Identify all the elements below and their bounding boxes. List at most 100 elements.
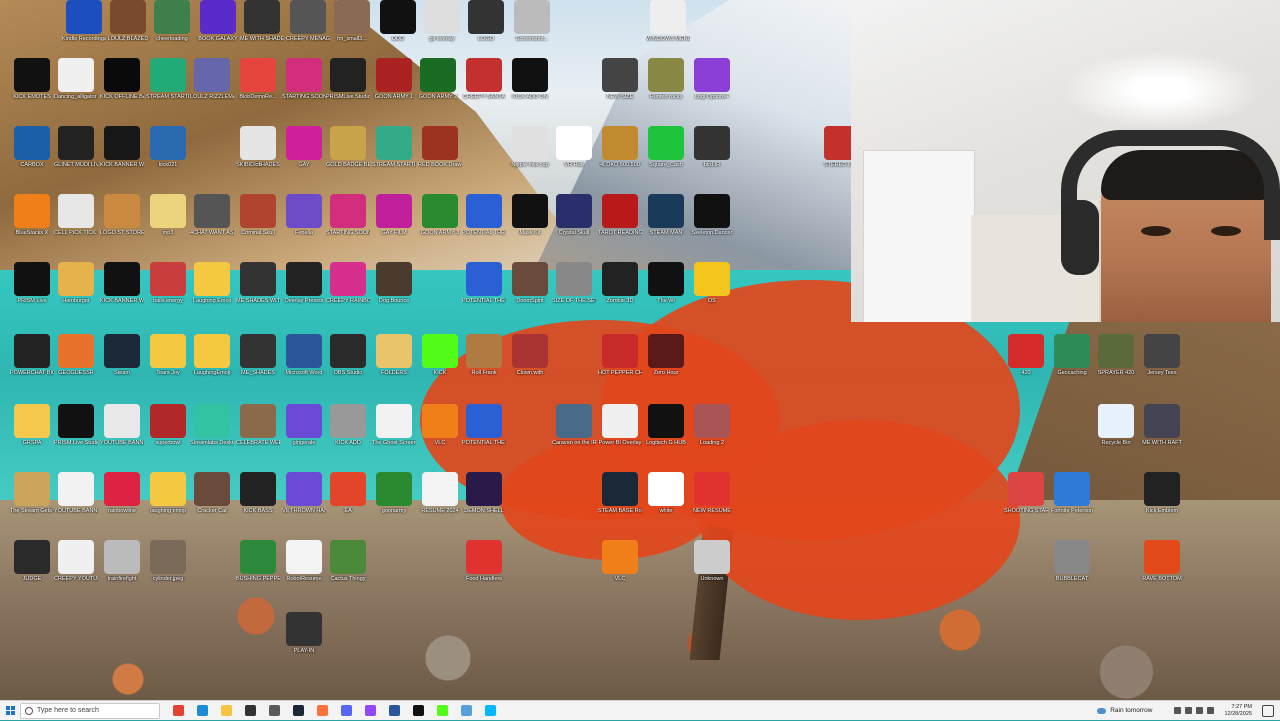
desktop-icon[interactable]: The Wi [644, 262, 688, 305]
volume-icon[interactable] [1196, 707, 1204, 714]
desktop-icon[interactable]: BUSHING PEPPER [236, 540, 280, 583]
desktop-icon[interactable]: DDD [376, 0, 420, 43]
taskbar-app-word[interactable] [385, 703, 403, 719]
desktop-icon[interactable]: NEW SIZE [598, 58, 642, 101]
desktop-icon[interactable]: GOON ARMY 1 [372, 58, 416, 101]
desktop-icon[interactable]: laughing emoji [146, 472, 190, 515]
desktop-icon[interactable]: GEOGUESSR [54, 334, 98, 377]
desktop-icon[interactable]: kick021 [146, 126, 190, 169]
desktop-icon[interactable]: KICK EMOTES [10, 58, 54, 101]
desktop-icon[interactable]: cheerleading [150, 0, 194, 43]
desktop-icon[interactable]: Fortnite Peterson [1050, 472, 1094, 515]
desktop-icon[interactable]: BOOK GALAXY [196, 0, 240, 43]
desktop-icon[interactable]: LOGO [464, 0, 508, 43]
desktop-icon[interactable]: Overlay Presets [282, 262, 326, 305]
taskbar-app-twitch[interactable] [361, 703, 379, 719]
desktop-icon[interactable]: STEAM BASE Rogue [598, 472, 642, 515]
desktop-icon[interactable]: LOGO ST STORE [100, 194, 144, 237]
desktop-icon[interactable]: cylinder.jpeg [146, 540, 190, 583]
desktop-icon[interactable]: CREEPY SANTA [462, 58, 506, 101]
desktop-icon[interactable]: KICK BASS [236, 472, 280, 515]
desktop-icon[interactable]: GOON ARMY 2 [416, 58, 460, 101]
desktop-icon[interactable]: Unknown [690, 540, 734, 583]
desktop-icon[interactable]: rainbowline [100, 472, 144, 515]
taskbar-app-task-view[interactable] [265, 703, 283, 719]
desktop-icon[interactable]: STREAM STARTING [372, 126, 416, 169]
desktop-icon[interactable]: Hamburger [54, 262, 98, 305]
taskbar-app-prism[interactable] [409, 703, 427, 719]
desktop-icon[interactable]: RESUME 2024 [418, 472, 462, 515]
desktop-icon[interactable]: RobotResume [282, 540, 326, 583]
desktop-icon[interactable]: SPRAYER 420 [1094, 334, 1138, 377]
desktop-icon[interactable]: KICK BANNER WITH FLAMES [100, 126, 144, 169]
desktop-icon[interactable]: Nipple milk cup [508, 126, 552, 169]
desktop-icon[interactable]: RAVE BOTTOM [1140, 540, 1184, 583]
desktop-icon[interactable]: CELEBRATE WEEKEND [236, 404, 280, 447]
desktop-icon[interactable]: Jersey Tees [1140, 334, 1184, 377]
desktop-icon[interactable]: superbowl [146, 404, 190, 447]
desktop-icon[interactable]: PRISM Live Studio [54, 404, 98, 447]
desktop-icon[interactable]: Cactus Thingy [326, 540, 370, 583]
desktop-icon[interactable]: bird.IR [690, 126, 734, 169]
taskbar-app-file-explorer[interactable] [217, 703, 235, 719]
desktop-icon[interactable]: Skeleton Dancer [690, 194, 734, 237]
desktop-icon[interactable]: GAY FILM [372, 194, 416, 237]
desktop-icon[interactable]: VR Hub [552, 126, 596, 169]
taskbar-clock[interactable]: 7:27 PM 12/28/2025 [1224, 704, 1252, 718]
desktop-icon[interactable]: HOT PEPPER CHALLENGE [598, 334, 642, 377]
desktop-icon[interactable]: Fenella [282, 194, 326, 237]
desktop-icon[interactable]: gif overlay [420, 0, 464, 43]
taskbar-app-chrome[interactable] [169, 703, 187, 719]
desktop-icon[interactable]: RED BOOK Drawer [418, 126, 462, 169]
desktop-icon[interactable]: GOON ARMY 3 [418, 194, 462, 237]
desktop-icon[interactable]: GOLD BADGE BEAUTY [326, 126, 370, 169]
taskbar-app-logitech[interactable] [481, 703, 499, 719]
desktop-icon[interactable]: fm_small3... [330, 0, 374, 43]
taskbar-app-firefox[interactable] [313, 703, 331, 719]
desktop-icon[interactable]: Laughing Emoji [190, 262, 234, 305]
desktop-icon[interactable]: balls.energy [146, 262, 190, 305]
desktop-icon[interactable]: Kindle Recordings [62, 0, 106, 43]
desktop-icon[interactable]: Loading 2 [690, 404, 734, 447]
desktop-icon[interactable]: Criminal Skull [236, 194, 280, 237]
desktop-icon[interactable]: KICK OFFLINE BANNER [100, 58, 144, 101]
network-icon[interactable] [1185, 707, 1193, 714]
desktop-icon[interactable]: STREAM STARTING [146, 58, 190, 101]
desktop-icon[interactable]: POTENTIAL THE ONE [462, 194, 506, 237]
desktop-icon[interactable]: SHOOTING STAR [1004, 472, 1048, 515]
desktop-icon[interactable]: mp3 [146, 194, 190, 237]
desktop-icon[interactable]: DS [690, 262, 734, 305]
desktop-icon[interactable]: Logi Options+ [690, 58, 734, 101]
desktop-icon[interactable]: ME_SHADES [236, 334, 280, 377]
desktop-icon[interactable]: FOLDERS [372, 334, 416, 377]
desktop-icon[interactable]: goonarmy [372, 472, 416, 515]
desktop-icon[interactable]: GLINET MUDI LIVE [54, 126, 98, 169]
desktop-icon[interactable]: BUBBLECAT [1050, 540, 1094, 583]
desktop-icon[interactable]: STARTING SOON [282, 58, 326, 101]
desktop-icon[interactable]: PRISMLive Studio [326, 58, 370, 101]
desktop-icon[interactable]: LaughingEmoji [190, 334, 234, 377]
desktop-icon[interactable]: Crystal Skull [552, 194, 596, 237]
battery-icon[interactable] [1207, 707, 1215, 714]
desktop-icon[interactable]: NEW RESUME [690, 472, 734, 515]
taskbar-app-steam[interactable] [289, 703, 307, 719]
desktop-icon[interactable]: LOULZ BLAZED [106, 0, 150, 43]
taskbar-search[interactable]: Type here to search [20, 702, 160, 719]
desktop-icon[interactable]: white [644, 472, 688, 515]
desktop-icon[interactable]: Cracker Cat [190, 472, 234, 515]
desktop-icon[interactable]: Microsoft Word [282, 334, 326, 377]
chevron-up-icon[interactable] [1174, 707, 1182, 714]
desktop-icon[interactable]: STEAM MAN [644, 194, 688, 237]
desktop-icon[interactable]: Caravan on the IR [552, 404, 596, 447]
desktop-icon[interactable]: ME WITH RAFT [1140, 404, 1184, 447]
desktop-icon[interactable]: Zombie 3D [598, 262, 642, 305]
desktop-icon[interactable]: Logitech G HUB [644, 404, 688, 447]
desktop-icon[interactable]: KICK ADD ON [508, 58, 552, 101]
desktop-icon[interactable]: LOULZ RIZZLEMAN [190, 58, 234, 101]
notification-icon[interactable] [1262, 704, 1274, 717]
desktop-icon[interactable]: Recycle Bin [1094, 404, 1138, 447]
desktop-icon[interactable]: POWERCHAT BIG TALK [10, 334, 54, 377]
desktop-icon[interactable]: YOUTUBE BANNER NEW [54, 472, 98, 515]
desktop-icon[interactable]: VLC [418, 404, 462, 447]
desktop-icon[interactable]: Streamlabs Desktop [190, 404, 234, 447]
